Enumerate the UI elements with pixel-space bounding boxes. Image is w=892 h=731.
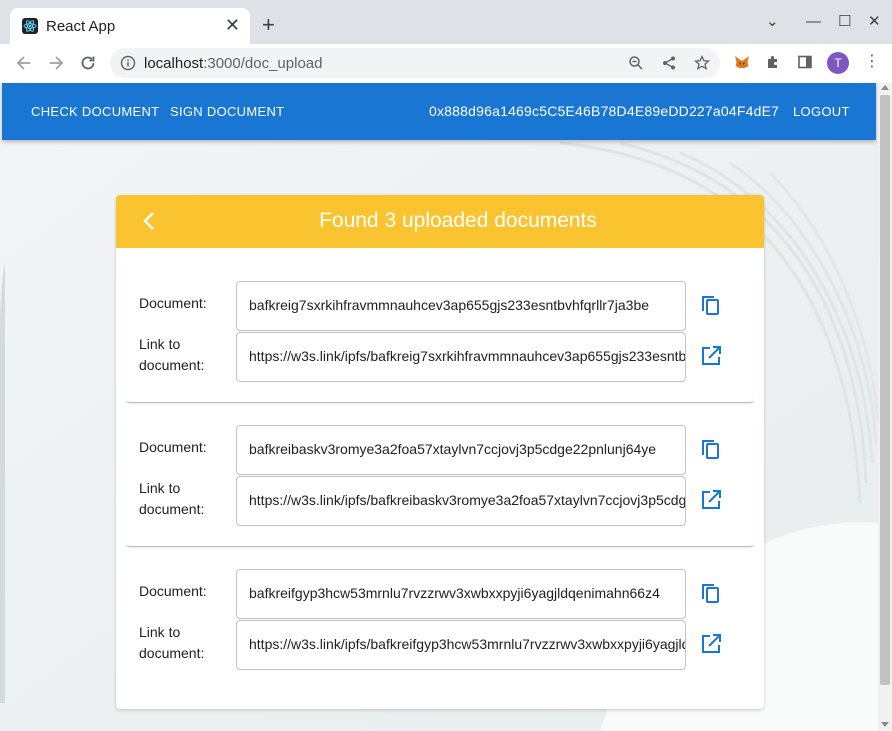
scroll-thumb[interactable] [880,95,890,685]
site-info-icon[interactable] [120,55,136,71]
document-label: Document: [139,583,207,599]
scroll-down-arrow-icon[interactable] [881,722,889,727]
document-link-value: https://w3s.link/ipfs/bafkreig7sxrkihfra… [249,348,686,364]
document-link-value: https://w3s.link/ipfs/bafkreibaskv3romye… [249,492,686,508]
puzzle-icon[interactable] [765,54,781,70]
document-cid-field[interactable]: bafkreibaskv3romye3a2foa57xtaylvn7ccjovj… [236,425,686,475]
document-link-field[interactable]: https://w3s.link/ipfs/bafkreifgyp3hcw53m… [236,620,686,670]
tab-search-icon[interactable]: ⌄ [766,14,779,30]
documents-card: Found 3 uploaded documents Document: baf… [116,195,764,709]
document-cid-value: bafkreibaskv3romye3a2foa57xtaylvn7ccjovj… [249,441,657,457]
react-favicon-icon [22,18,38,34]
tab-close-icon[interactable]: ✕ [225,16,240,34]
new-tab-icon[interactable]: + [262,14,275,36]
side-panel-icon[interactable] [797,54,813,70]
url-text: localhost:3000/doc_upload [144,55,323,72]
document-item: Document: bafkreifgyp3hcw53mrnlu7rvzzrwv… [126,569,754,691]
minimize-icon[interactable]: — [806,14,821,30]
page-scrollbar[interactable] [878,83,892,731]
link-label-line1: Link to [139,624,181,640]
metamask-icon[interactable] [733,54,751,72]
open-in-new-icon[interactable] [696,485,726,515]
open-in-new-icon[interactable] [696,629,726,659]
document-link-value: https://w3s.link/ipfs/bafkreifgyp3hcw53m… [249,636,685,652]
scroll-up-arrow-icon[interactable] [881,85,889,90]
maximize-icon[interactable]: ☐ [838,14,851,30]
document-cid-value: bafkreifgyp3hcw53mrnlu7rvzzrwv3xwbxxpyji… [249,585,660,601]
document-cid-value: bafkreig7sxrkihfravmmnauhcev3ap655gjs233… [249,297,650,313]
zoom-icon[interactable] [628,55,644,71]
link-label-line1: Link to [139,336,181,352]
bookmark-star-icon[interactable] [694,55,710,71]
browser-toolbar: localhost:3000/doc_upload T ⋮ [0,44,892,83]
link-label-line1: Link to [139,480,181,496]
document-link-field[interactable]: https://w3s.link/ipfs/bafkreig7sxrkihfra… [236,332,686,382]
window-close-icon[interactable]: ✕ [868,14,881,30]
copy-icon[interactable] [696,291,726,321]
profile-avatar[interactable]: T [827,52,849,74]
document-label: Document: [139,439,207,455]
card-header: Found 3 uploaded documents [116,195,764,248]
forward-nav-icon[interactable] [46,53,66,73]
app-bar: CHECK DOCUMENT SIGN DOCUMENT 0x888d96a14… [2,83,876,140]
browser-tab[interactable]: React App ✕ [10,8,250,44]
tab-title: React App [46,18,116,35]
document-cid-field[interactable]: bafkreig7sxrkihfravmmnauhcev3ap655gjs233… [236,281,686,331]
document-label: Document: [139,295,207,311]
document-cid-field[interactable]: bafkreifgyp3hcw53mrnlu7rvzzrwv3xwbxxpyji… [236,569,686,619]
back-nav-icon[interactable] [14,53,34,73]
document-item: Document: bafkreibaskv3romye3a2foa57xtay… [126,425,754,547]
account-address: 0x888d96a1469c5C5E46B78D4E89eDD227a04F4d… [429,103,780,119]
link-label-line2: document: [139,501,205,517]
copy-icon[interactable] [696,435,726,465]
address-bar[interactable]: localhost:3000/doc_upload [110,48,720,78]
check-document-button[interactable]: CHECK DOCUMENT [31,104,159,119]
document-link-field[interactable]: https://w3s.link/ipfs/bafkreibaskv3romye… [236,476,686,526]
sign-document-button[interactable]: SIGN DOCUMENT [170,104,284,119]
page-viewport: CHECK DOCUMENT SIGN DOCUMENT 0x888d96a14… [0,83,878,731]
document-item: Document: bafkreig7sxrkihfravmmnauhcev3a… [126,281,754,403]
link-label-line2: document: [139,645,205,661]
logout-button[interactable]: LOGOUT [793,104,850,119]
link-label-line2: document: [139,357,205,373]
card-title: Found 3 uploaded documents [319,209,597,232]
share-icon[interactable] [661,55,677,71]
copy-icon[interactable] [696,579,726,609]
reload-icon[interactable] [78,53,98,73]
browser-menu-icon[interactable]: ⋮ [864,53,880,71]
open-in-new-icon[interactable] [696,341,726,371]
browser-tab-strip: React App ✕ + ⌄ — ☐ ✕ [0,0,892,44]
